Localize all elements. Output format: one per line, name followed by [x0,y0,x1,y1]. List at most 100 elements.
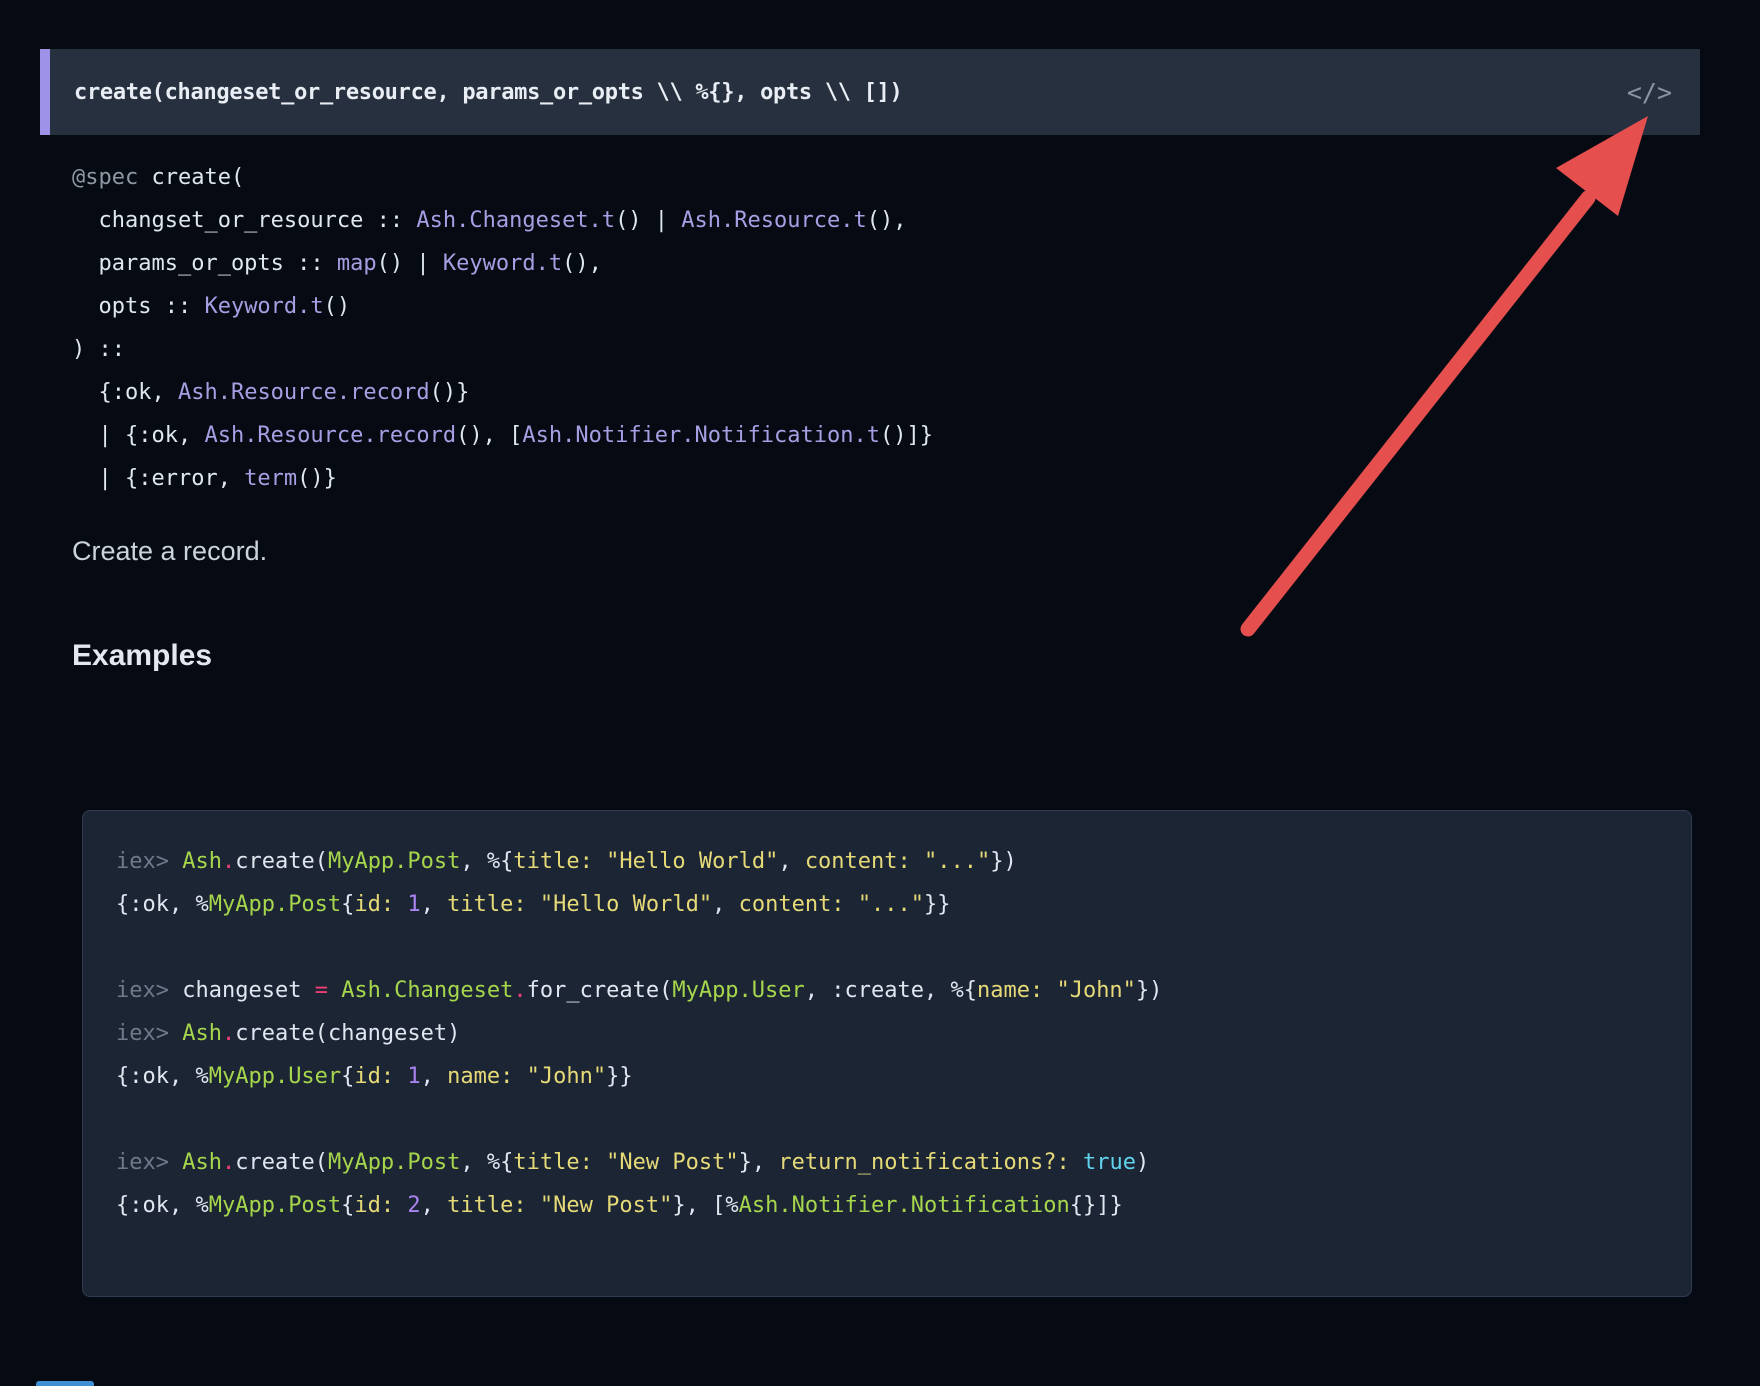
code-line: {:ok, %MyApp.Post{id: 1, title: "Hello W… [116,883,1671,926]
code-token-plain [1043,978,1056,1003]
code-line: iex> Ash.create(MyApp.Post, %{title: "He… [116,840,1671,883]
code-token-plain: ) :: [72,337,125,362]
arrow-shaft [1248,198,1588,629]
code-line: | {:ok, Ash.Resource.record(), [Ash.Noti… [72,414,933,457]
code-token-module: Ash [182,1021,222,1046]
code-token-plain: }} [606,1064,633,1089]
code-token-plain [394,1064,407,1089]
code-token-number: 1 [407,892,420,917]
code-token-plain: for_create( [527,978,673,1003]
code-token-plain: () [324,294,351,319]
code-token-plain: ()]} [880,423,933,448]
code-line: opts :: Keyword.t() [72,285,933,328]
partial-element-bottom [36,1381,94,1386]
code-token-operator: . [513,978,526,1003]
code-token-plain [527,892,540,917]
code-token-plain: , [421,1193,448,1218]
code-token-plain: ) [1136,1150,1149,1175]
code-token-string: title: [513,849,592,874]
code-token-plain: , [421,892,448,917]
code-token-module: MyApp.Post [209,892,341,917]
code-token-plain: , :create, %{ [805,978,977,1003]
code-token-module: MyApp.User [209,1064,341,1089]
code-token-module: Ash.Changeset [341,978,513,1003]
code-token-operator: . [222,1021,235,1046]
code-token-plain: , %{ [460,849,513,874]
view-source-icon[interactable]: </> [1627,78,1672,107]
code-token-plain: }) [990,849,1017,874]
code-token-plain: (), [ [456,423,522,448]
code-token-operator: . [222,849,235,874]
code-token-plain: , [712,892,739,917]
code-token-boolean: true [1083,1150,1136,1175]
code-line: {:ok, %MyApp.Post{id: 2, title: "New Pos… [116,1184,1671,1227]
code-token-string: name: [977,978,1043,1003]
code-token-type: map [337,251,377,276]
code-token-plain [845,892,858,917]
code-token-string: "New Post" [606,1150,738,1175]
code-token-plain: , [778,849,805,874]
examples-heading: Examples [72,639,212,673]
code-token-string: name: [447,1064,513,1089]
code-line: {:ok, Ash.Resource.record()} [72,371,933,414]
code-token-string: return_notifications?: [778,1150,1069,1175]
code-token-plain: | {:error, [72,466,244,491]
code-token-plain [911,849,924,874]
code-token-prompt: iex> [116,1021,182,1046]
code-token-plain: ()} [430,380,470,405]
function-signature: create(changeset_or_resource, params_or_… [74,80,903,105]
spec-block: @spec create( changset_or_resource :: As… [72,156,933,500]
code-token-plain: create( [151,165,244,190]
code-token-string: title: [447,1193,526,1218]
code-token-module: Ash [182,849,222,874]
code-token-plain: | {:ok, [72,423,204,448]
code-token-plain: }, [% [672,1193,738,1218]
code-token-prompt: iex> [116,849,182,874]
code-token-type: Ash.Resource.record [178,380,430,405]
code-token-plain: {:ok, % [116,1193,209,1218]
code-token-plain [593,849,606,874]
code-token-plain: () | [377,251,443,276]
code-line [116,1098,1671,1141]
code-token-plain [527,1193,540,1218]
code-token-plain: create(changeset) [235,1021,460,1046]
code-line: ) :: [72,328,933,371]
code-token-plain: { [341,1193,354,1218]
function-header: create(changeset_or_resource, params_or_… [40,49,1700,135]
code-token-plain [593,1150,606,1175]
code-token-string: "..." [858,892,924,917]
code-token-number: 1 [407,1064,420,1089]
description-text: Create a record. [72,536,267,567]
code-token-plain [513,1064,526,1089]
code-token-plain [394,892,407,917]
code-line: iex> changeset = Ash.Changeset.for_creat… [116,969,1671,1012]
code-token-string: "Hello World" [606,849,778,874]
code-line [116,926,1671,969]
code-token-type: Ash.Changeset.t [416,208,615,233]
code-token-plain [1070,1150,1083,1175]
code-token-prompt: iex> [116,1150,182,1175]
code-token-type: term [244,466,297,491]
code-token-string: title: [447,892,526,917]
code-token-plain: {:ok, % [116,892,209,917]
code-token-plain: }) [1136,978,1163,1003]
code-line: params_or_opts :: map() | Keyword.t(), [72,242,933,285]
code-token-plain: { [341,892,354,917]
code-token-string: title: [513,1150,592,1175]
code-token-type: Ash.Notifier.Notification.t [522,423,880,448]
code-token-prompt: iex> [116,978,182,1003]
code-token-string: id: [354,1193,394,1218]
code-token-string: "..." [924,849,990,874]
code-token-operator: = [315,978,328,1003]
code-line: | {:error, term()} [72,457,933,500]
code-token-plain [328,978,341,1003]
code-token-string: id: [354,1064,394,1089]
code-token-string: id: [354,892,394,917]
code-token-plain: }} [924,892,951,917]
code-token-plain: params_or_opts :: [72,251,337,276]
code-token-plain: {:ok, [72,380,178,405]
code-token-module: Ash.Notifier.Notification [739,1193,1070,1218]
code-token-plain: {}]} [1070,1193,1123,1218]
code-token-module: MyApp.Post [328,849,460,874]
code-token-plain: create( [235,849,328,874]
